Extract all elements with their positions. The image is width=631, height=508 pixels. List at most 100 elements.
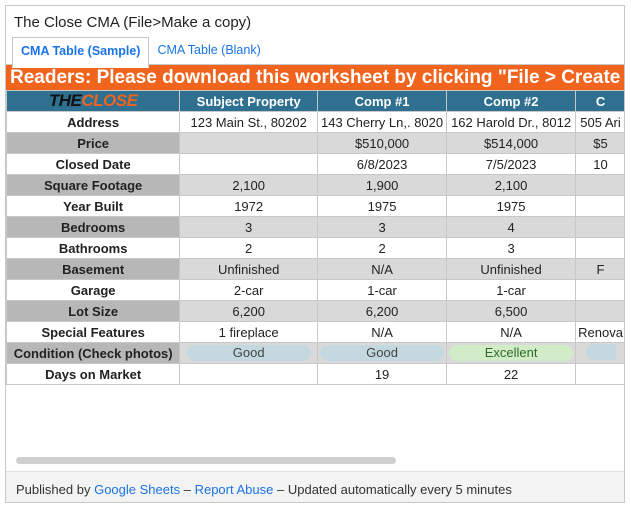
table-cell[interactable]: 2,100	[446, 174, 577, 196]
row-label[interactable]: Garage	[6, 279, 181, 301]
table-row: Basement Unfinished N/A Unfinished F	[6, 258, 624, 280]
table-row: Closed Date 6/8/2023 7/5/2023 10	[6, 153, 624, 175]
spreadsheet-grid[interactable]: THECLOSE Subject Property Comp #1 Comp #…	[6, 90, 624, 390]
table-cell[interactable]	[179, 363, 319, 385]
table-cell[interactable]: 1,900	[317, 174, 448, 196]
tab-cma-table-sample[interactable]: CMA Table (Sample)	[12, 37, 150, 68]
table-cell[interactable]	[575, 300, 624, 322]
table-cell[interactable]: 4	[446, 216, 577, 238]
table-cell[interactable]: 2	[317, 237, 448, 259]
update-frequency-text: Updated automatically every 5 minutes	[287, 482, 512, 497]
table-cell[interactable]: 2-car	[179, 279, 319, 301]
table-row: Bathrooms 2 2 3	[6, 237, 624, 259]
table-cell[interactable]: 3	[446, 237, 577, 259]
table-cell[interactable]: 22	[446, 363, 577, 385]
table-cell[interactable]: Good	[317, 342, 448, 364]
table-cell[interactable]: 6,200	[179, 300, 319, 322]
column-header: C	[575, 90, 624, 112]
table-cell[interactable]	[575, 174, 624, 196]
table-cell[interactable]: 1975	[446, 195, 577, 217]
table-cell[interactable]: 1972	[179, 195, 319, 217]
table-cell[interactable]: 19	[317, 363, 448, 385]
table-cell[interactable]: Unfinished	[179, 258, 319, 280]
row-label[interactable]: Year Built	[6, 195, 181, 217]
table-cell[interactable]: 1 fireplace	[179, 321, 319, 343]
header-row: THECLOSE Subject Property Comp #1 Comp #…	[6, 90, 624, 112]
table-cell[interactable]	[575, 363, 624, 385]
table-row: Lot Size 6,200 6,200 6,500	[6, 300, 624, 322]
table-cell[interactable]	[179, 132, 319, 154]
row-label[interactable]: Closed Date	[6, 153, 181, 175]
row-label[interactable]: Bedrooms	[6, 216, 181, 238]
row-label[interactable]: Bathrooms	[6, 237, 181, 259]
table-row: Garage 2-car 1-car 1-car	[6, 279, 624, 301]
condition-chip[interactable]	[585, 343, 616, 360]
table-cell[interactable]: $514,000	[446, 132, 577, 154]
table-row: Address 123 Main St., 80202 143 Cherry Ln,…	[6, 111, 624, 133]
table-cell[interactable]	[575, 342, 624, 364]
row-label[interactable]: Special Features	[6, 321, 181, 343]
table-cell[interactable]: 162 Harold Dr., 8012	[446, 111, 577, 133]
tab-cma-table-blank[interactable]: CMA Table (Blank)	[149, 37, 268, 65]
table-cell[interactable]: 6,200	[317, 300, 448, 322]
table-cell[interactable]: Renova	[575, 321, 624, 343]
embedded-sheet-frame: The Close CMA (File>Make a copy) CMA Tab…	[5, 5, 625, 503]
table-cell[interactable]: 1-car	[317, 279, 448, 301]
published-by-text: Published by	[16, 482, 91, 497]
table-cell[interactable]: 3	[317, 216, 448, 238]
table-cell[interactable]: 6/8/2023	[317, 153, 448, 175]
table-row: Condition (Check photos) Good Good Excellen…	[6, 342, 624, 364]
table-cell[interactable]: 3	[179, 216, 319, 238]
table-cell[interactable]: 2	[179, 237, 319, 259]
footer-separator: –	[276, 482, 285, 497]
google-sheets-link[interactable]: Google Sheets	[94, 482, 180, 497]
table-cell[interactable]: N/A	[317, 258, 448, 280]
table-cell[interactable]: 2,100	[179, 174, 319, 196]
table-cell[interactable]: N/A	[317, 321, 448, 343]
row-label[interactable]: Basement	[6, 258, 181, 280]
table-cell[interactable]: 505 Ari	[575, 111, 624, 133]
row-label[interactable]: Square Footage	[6, 174, 181, 196]
row-label[interactable]: Days on Market	[6, 363, 181, 385]
table-cell[interactable]: 1-car	[446, 279, 577, 301]
table-row: Days on Market 19 22	[6, 363, 624, 385]
column-header: Comp #1	[317, 90, 448, 112]
download-instructions-banner: Readers: Please download this worksheet …	[6, 65, 624, 90]
table-row: Bedrooms 3 3 4	[6, 216, 624, 238]
table-cell[interactable]: $5	[575, 132, 624, 154]
table-cell[interactable]: 6,500	[446, 300, 577, 322]
table-cell[interactable]	[575, 279, 624, 301]
table-row: Square Footage 2,100 1,900 2,100	[6, 174, 624, 196]
table-cell[interactable]	[575, 216, 624, 238]
row-label[interactable]: Condition (Check photos)	[6, 342, 181, 364]
document-title: The Close CMA (File>Make a copy)	[14, 14, 252, 31]
footer-separator: –	[183, 482, 191, 497]
table-cell[interactable]	[575, 237, 624, 259]
table-cell[interactable]: Excellent	[446, 342, 577, 364]
condition-chip[interactable]: Excellent	[449, 345, 574, 361]
row-label[interactable]: Lot Size	[6, 300, 181, 322]
table-cell[interactable]: 10	[575, 153, 624, 175]
table-cell[interactable]: 1975	[317, 195, 448, 217]
table-cell[interactable]: 143 Cherry Ln,. 8020	[317, 111, 448, 133]
row-label[interactable]: Address	[6, 111, 181, 133]
table-cell[interactable]: N/A	[446, 321, 577, 343]
table-row: Special Features 1 fireplace N/A N/A Renova	[6, 321, 624, 343]
column-header: Comp #2	[446, 90, 577, 112]
table-cell[interactable]	[575, 195, 624, 217]
row-label[interactable]: Price	[6, 132, 181, 154]
report-abuse-link[interactable]: Report Abuse	[195, 482, 274, 497]
horizontal-scrollbar[interactable]	[16, 457, 396, 464]
table-cell[interactable]	[179, 153, 319, 175]
table-row: Price $510,000 $514,000 $5	[6, 132, 624, 154]
table-cell[interactable]: $510,000	[317, 132, 448, 154]
condition-chip[interactable]: Good	[320, 345, 445, 361]
table-cell[interactable]: 7/5/2023	[446, 153, 577, 175]
table-cell[interactable]: F	[575, 258, 624, 280]
table-cell[interactable]: Unfinished	[446, 258, 577, 280]
table-cell[interactable]: Good	[179, 342, 319, 364]
condition-chip[interactable]: Good	[186, 345, 311, 361]
logo-cell: THECLOSE	[6, 90, 181, 112]
column-header: Subject Property	[179, 90, 319, 112]
table-cell[interactable]: 123 Main St., 80202	[179, 111, 319, 133]
